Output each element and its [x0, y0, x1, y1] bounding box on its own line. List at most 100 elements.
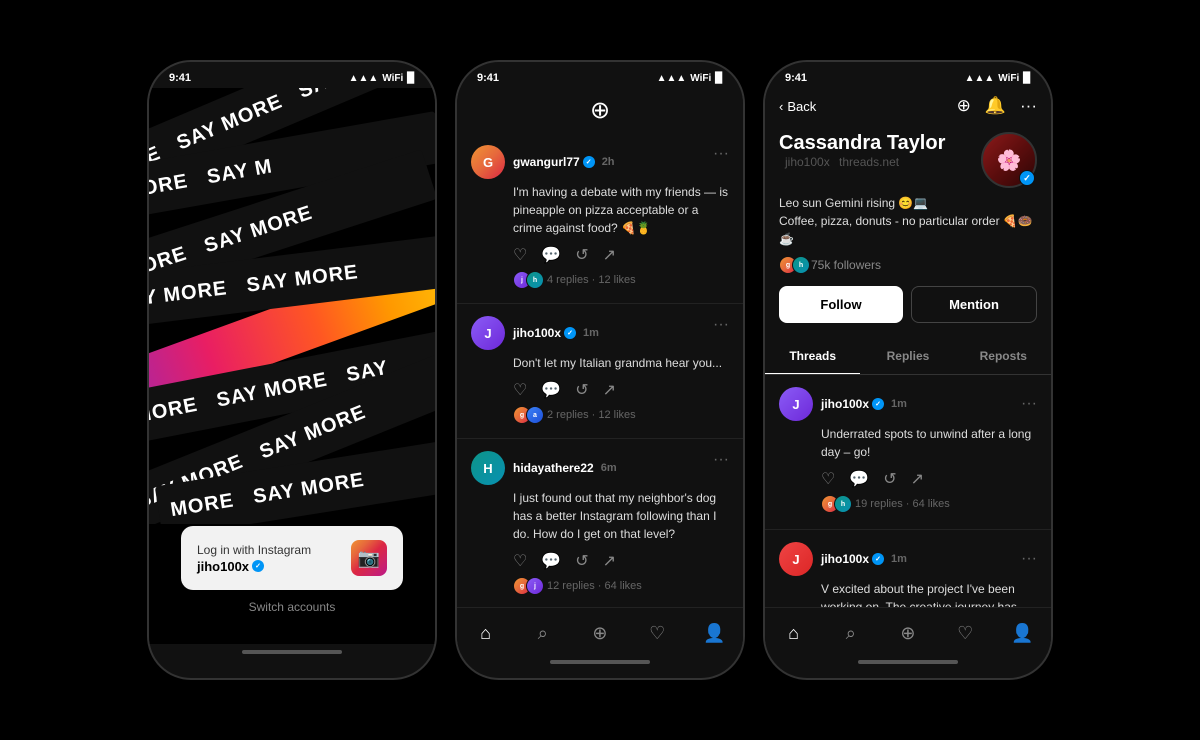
nav-search[interactable]: ⌕ [523, 618, 563, 648]
pp1-share[interactable]: ↗ [911, 469, 924, 489]
profile-top-row: Cassandra Taylor jiho100x threads.net 🌸 … [779, 132, 1037, 188]
followers-count: 75k followers [811, 258, 881, 272]
phone-2: 9:41 ▲▲▲ WiFi ▉ ⊕ G gwangurl77 ✓ 2h [455, 60, 745, 680]
repost-btn-2[interactable]: ↺ [575, 380, 588, 400]
share-btn-2[interactable]: ↗ [603, 380, 616, 400]
nav-compose-3[interactable]: ⊕ [888, 618, 928, 648]
wifi-icon-3: WiFi [998, 73, 1019, 84]
nav-home[interactable]: ⌂ [466, 618, 506, 648]
post-1-actions: ♡ 💬 ↺ ↗ [513, 245, 729, 265]
profile-post-1-text: Underrated spots to unwind after a long … [821, 425, 1037, 461]
like-btn-3[interactable]: ♡ [513, 551, 527, 571]
profile-info: Cassandra Taylor jiho100x threads.net 🌸 … [765, 124, 1051, 339]
repost-btn-3[interactable]: ↺ [575, 551, 588, 571]
tab-replies[interactable]: Replies [860, 339, 955, 374]
profile-bio: Leo sun Gemini rising 😊💻 Coffee, pizza, … [779, 194, 1037, 248]
threads-logo: ⊕ [590, 96, 610, 125]
nav-home-3[interactable]: ⌂ [774, 618, 814, 648]
profile-post-1-more[interactable]: ··· [1021, 395, 1037, 413]
wifi-icon: WiFi [382, 73, 403, 84]
post-3-stats: 12 replies · 64 likes [547, 580, 642, 592]
phone-3: 9:41 ▲▲▲ WiFi ▉ ‹ Back ⊕ 🔔 ··· Cassandra… [763, 60, 1053, 680]
post-3-actions: ♡ 💬 ↺ ↗ [513, 551, 729, 571]
post-1-username: gwangurl77 ✓ 2h [513, 155, 615, 169]
ribbon-container: SAY MORE SAY MORE SAY MORE SAY MORE SAY … [149, 88, 435, 524]
comment-btn-2[interactable]: 💬 [541, 380, 561, 400]
post-1-meta: j h 4 replies · 12 likes [513, 271, 729, 289]
nav-likes[interactable]: ♡ [637, 618, 677, 648]
like-btn-1[interactable]: ♡ [513, 245, 527, 265]
login-card[interactable]: Log in with Instagram jiho100x ✓ 📷 [181, 526, 403, 590]
login-info: Log in with Instagram jiho100x ✓ [197, 543, 311, 574]
mention-button[interactable]: Mention [911, 286, 1037, 323]
tab-threads[interactable]: Threads [765, 339, 860, 374]
share-btn-3[interactable]: ↗ [603, 551, 616, 571]
post-2-stats: 2 replies · 12 likes [547, 409, 636, 421]
feed-posts: G gwangurl77 ✓ 2h ··· I'm having a debat… [457, 133, 743, 607]
bell-icon[interactable]: 🔔 [985, 96, 1006, 116]
status-bar-3: 9:41 ▲▲▲ WiFi ▉ [765, 62, 1051, 88]
home-bar-1 [242, 650, 342, 654]
post-3: H hidayathere22 6m ··· I just found out … [457, 439, 743, 607]
profile-avatar: 🌸 ✓ [981, 132, 1037, 188]
time-2: 9:41 [477, 72, 499, 84]
post-2-meta: g a 2 replies · 12 likes [513, 406, 729, 424]
splash-screen: SAY MORE SAY MORE SAY MORE SAY MORE SAY … [149, 88, 435, 644]
switch-accounts[interactable]: Switch accounts [165, 600, 419, 614]
profile-post-2-username: jiho100x ✓ 1m [821, 552, 907, 566]
pp1-like[interactable]: ♡ [821, 469, 835, 489]
post-3-avatar: H [471, 451, 505, 485]
follow-button[interactable]: Follow [779, 286, 903, 323]
signal-icon-2: ▲▲▲ [657, 73, 687, 84]
splash-bg: SAY MORE SAY MORE SAY MORE SAY MORE SAY … [149, 88, 435, 524]
post-2: J jiho100x ✓ 1m ··· Don't let my Italian… [457, 304, 743, 439]
post-2-verified: ✓ [564, 327, 576, 339]
post-1-text: I'm having a debate with my friends — is… [513, 183, 729, 237]
nav-search-3[interactable]: ⌕ [831, 618, 871, 648]
back-label: Back [787, 99, 816, 114]
post-3-more[interactable]: ··· [713, 451, 729, 469]
post-2-avatar: J [471, 316, 505, 350]
post-2-more[interactable]: ··· [713, 316, 729, 334]
time-3: 9:41 [785, 72, 807, 84]
nav-profile[interactable]: 👤 [694, 618, 734, 648]
profile-post-1-actions: ♡ 💬 ↺ ↗ [821, 469, 1037, 489]
like-btn-2[interactable]: ♡ [513, 380, 527, 400]
pp1-comment[interactable]: 💬 [849, 469, 869, 489]
status-bar-1: 9:41 ▲▲▲ WiFi ▉ [149, 62, 435, 88]
followers-avatars: g h [779, 256, 805, 274]
battery-icon: ▉ [407, 73, 415, 84]
share-btn-1[interactable]: ↗ [603, 245, 616, 265]
post-1-more[interactable]: ··· [713, 145, 729, 163]
repost-btn-1[interactable]: ↺ [575, 245, 588, 265]
profile-post-1-header: J jiho100x ✓ 1m ··· [779, 387, 1037, 421]
post-1: G gwangurl77 ✓ 2h ··· I'm having a debat… [457, 133, 743, 304]
comment-btn-3[interactable]: 💬 [541, 551, 561, 571]
verified-badge: ✓ [252, 560, 264, 572]
post-2-actions: ♡ 💬 ↺ ↗ [513, 380, 729, 400]
bottom-nav-2: ⌂ ⌕ ⊕ ♡ 👤 [457, 607, 743, 654]
post-1-verified: ✓ [583, 156, 595, 168]
nav-likes-3[interactable]: ♡ [945, 618, 985, 648]
profile-post-1: J jiho100x ✓ 1m ··· Underrated spots to … [765, 375, 1051, 530]
post-3-text: I just found out that my neighbor's dog … [513, 489, 729, 543]
profile-post-1-meta: g h 19 replies · 64 likes [821, 495, 1037, 513]
phone-1: 9:41 ▲▲▲ WiFi ▉ SAY MORE SAY MORE SAY MO… [147, 60, 437, 680]
pp1-repost[interactable]: ↺ [883, 469, 896, 489]
profile-post-2-more[interactable]: ··· [1021, 550, 1037, 568]
post-3-reply-avatars: g j [513, 577, 539, 595]
tab-reposts[interactable]: Reposts [956, 339, 1051, 374]
status-icons-1: ▲▲▲ WiFi ▉ [349, 73, 415, 84]
profile-actions: Follow Mention [779, 286, 1037, 323]
back-button[interactable]: ‹ Back [779, 99, 816, 114]
signal-icon-3: ▲▲▲ [965, 73, 995, 84]
post-3-meta: g j 12 replies · 64 likes [513, 577, 729, 595]
status-bar-2: 9:41 ▲▲▲ WiFi ▉ [457, 62, 743, 88]
nav-compose[interactable]: ⊕ [580, 618, 620, 648]
comment-btn-1[interactable]: 💬 [541, 245, 561, 265]
instagram-icon[interactable]: ⊕ [957, 96, 971, 116]
time-1: 9:41 [169, 72, 191, 84]
nav-profile-3[interactable]: 👤 [1002, 618, 1042, 648]
more-icon[interactable]: ··· [1020, 96, 1037, 116]
status-icons-3: ▲▲▲ WiFi ▉ [965, 73, 1031, 84]
